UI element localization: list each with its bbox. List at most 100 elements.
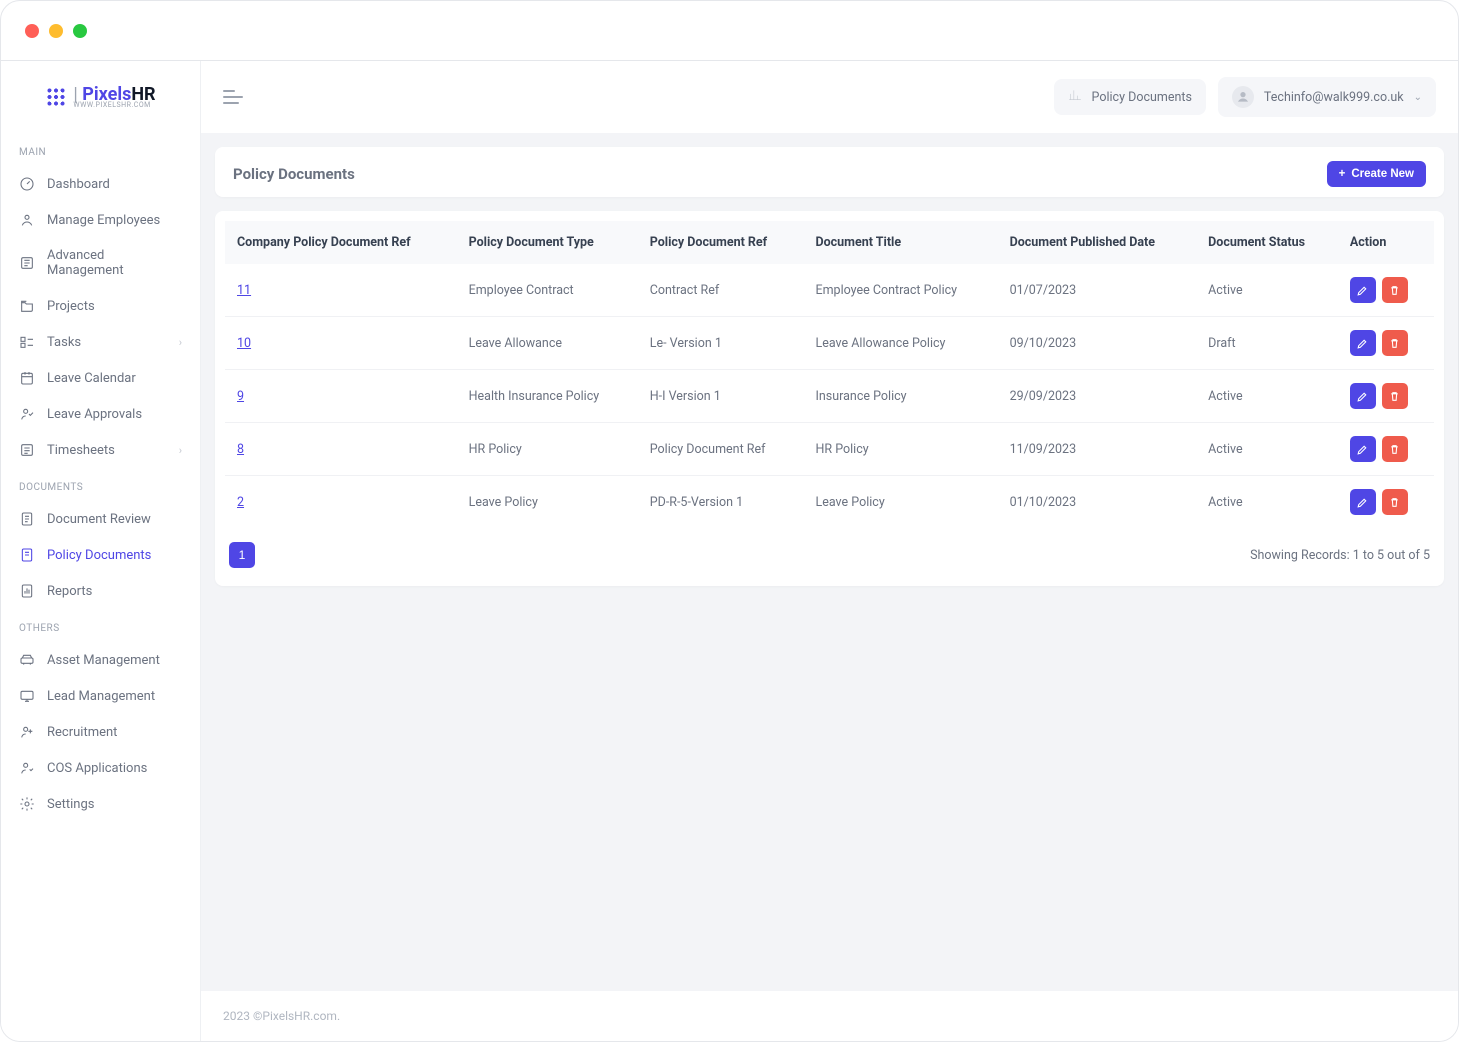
recruitment-icon <box>19 724 35 740</box>
row-ref-link[interactable]: 9 <box>237 389 244 404</box>
chart-icon <box>1068 88 1082 106</box>
browser-titlebar <box>1 1 1458 61</box>
delete-button[interactable] <box>1382 330 1408 356</box>
sidebar-item-cos-applications[interactable]: COS Applications <box>1 750 200 786</box>
sidebar-item-label: Reports <box>47 584 92 599</box>
row-ref-link[interactable]: 2 <box>237 495 244 510</box>
sidebar: | PixelsHR WWW.PIXELSHR.COM MAIN Dashboar… <box>1 61 201 1041</box>
cell-status: Active <box>1196 476 1338 529</box>
pagination-page-1[interactable]: 1 <box>229 542 255 568</box>
window-close-dot[interactable] <box>25 24 39 38</box>
asset-management-icon <box>19 652 35 668</box>
sidebar-item-asset-management[interactable]: Asset Management <box>1 642 200 678</box>
delete-button[interactable] <box>1382 436 1408 462</box>
tasks-icon <box>19 334 35 350</box>
th-published[interactable]: Document Published Date <box>998 221 1197 264</box>
user-menu[interactable]: Techinfo@walk999.co.uk ⌄ <box>1218 77 1436 117</box>
window-maximize-dot[interactable] <box>73 24 87 38</box>
sidebar-item-label: Manage Employees <box>47 213 160 228</box>
cell-type: Health Insurance Policy <box>457 370 638 423</box>
sidebar-item-leave-calendar[interactable]: Leave Calendar <box>1 360 200 396</box>
sidebar-item-label: Timesheets <box>47 443 115 458</box>
page-title: Policy Documents <box>233 165 355 183</box>
row-ref-link[interactable]: 8 <box>237 442 244 457</box>
delete-button[interactable] <box>1382 383 1408 409</box>
nav-section-title: DOCUMENTS <box>1 468 200 501</box>
sidebar-item-document-review[interactable]: Document Review <box>1 501 200 537</box>
sidebar-item-advanced-management[interactable]: Advanced Management <box>1 238 200 288</box>
cell-doc_ref: Le- Version 1 <box>638 317 804 370</box>
sidebar-item-projects[interactable]: Projects <box>1 288 200 324</box>
sidebar-item-label: Dashboard <box>47 177 110 192</box>
th-status[interactable]: Document Status <box>1196 221 1338 264</box>
dashboard-icon <box>19 176 35 192</box>
cell-status: Active <box>1196 264 1338 317</box>
user-email: Techinfo@walk999.co.uk <box>1264 90 1404 105</box>
breadcrumb-pill[interactable]: Policy Documents <box>1054 79 1206 115</box>
th-title[interactable]: Document Title <box>803 221 997 264</box>
advanced-management-icon <box>19 255 35 271</box>
chevron-down-icon: ⌄ <box>1414 92 1422 103</box>
cell-published: 01/10/2023 <box>998 476 1197 529</box>
th-ref[interactable]: Company Policy Document Ref <box>225 221 457 264</box>
sidebar-item-manage-employees[interactable]: Manage Employees <box>1 202 200 238</box>
settings-icon <box>19 796 35 812</box>
sidebar-item-label: Projects <box>47 299 95 314</box>
sidebar-item-recruitment[interactable]: Recruitment <box>1 714 200 750</box>
sidebar-item-reports[interactable]: Reports <box>1 573 200 609</box>
edit-button[interactable] <box>1350 383 1376 409</box>
sidebar-item-tasks[interactable]: Tasks› <box>1 324 200 360</box>
cell-title: Leave Allowance Policy <box>803 317 997 370</box>
cell-doc_ref: H-I Version 1 <box>638 370 804 423</box>
projects-icon <box>19 298 35 314</box>
edit-button[interactable] <box>1350 436 1376 462</box>
sidebar-item-label: Leave Calendar <box>47 371 136 386</box>
sidebar-item-label: Document Review <box>47 512 151 527</box>
cell-title: Leave Policy <box>803 476 997 529</box>
plus-icon: + <box>1339 168 1346 180</box>
th-type[interactable]: Policy Document Type <box>457 221 638 264</box>
nav-section-title: MAIN <box>1 133 200 166</box>
timesheets-icon <box>19 442 35 458</box>
window-minimize-dot[interactable] <box>49 24 63 38</box>
sidebar-item-policy-documents[interactable]: Policy Documents <box>1 537 200 573</box>
chevron-right-icon: › <box>179 444 182 457</box>
footer-copyright: 2023 ©PixelsHR.com. <box>201 991 1458 1041</box>
leave-calendar-icon <box>19 370 35 386</box>
create-new-label: Create New <box>1351 168 1414 180</box>
cos-applications-icon <box>19 760 35 776</box>
delete-button[interactable] <box>1382 277 1408 303</box>
cell-published: 29/09/2023 <box>998 370 1197 423</box>
lead-management-icon <box>19 688 35 704</box>
row-ref-link[interactable]: 10 <box>237 336 251 351</box>
table-row: 11Employee ContractContract RefEmployee … <box>225 264 1434 317</box>
sidebar-item-lead-management[interactable]: Lead Management <box>1 678 200 714</box>
sidebar-item-dashboard[interactable]: Dashboard <box>1 166 200 202</box>
cell-type: Leave Policy <box>457 476 638 529</box>
menu-toggle-icon[interactable] <box>223 90 243 104</box>
sidebar-item-label: Settings <box>47 797 94 812</box>
cell-title: Insurance Policy <box>803 370 997 423</box>
edit-button[interactable] <box>1350 489 1376 515</box>
th-doc-ref[interactable]: Policy Document Ref <box>638 221 804 264</box>
create-new-button[interactable]: + Create New <box>1327 161 1426 187</box>
table-row: 8HR PolicyPolicy Document RefHR Policy11… <box>225 423 1434 476</box>
sidebar-item-label: Asset Management <box>47 653 160 668</box>
table-row: 10Leave AllowanceLe- Version 1Leave Allo… <box>225 317 1434 370</box>
sidebar-item-timesheets[interactable]: Timesheets › <box>1 432 200 468</box>
th-action[interactable]: Action <box>1338 221 1434 264</box>
logo[interactable]: | PixelsHR WWW.PIXELSHR.COM <box>1 61 200 133</box>
delete-button[interactable] <box>1382 489 1408 515</box>
row-ref-link[interactable]: 11 <box>237 283 251 298</box>
edit-button[interactable] <box>1350 330 1376 356</box>
cell-doc_ref: PD-R-5-Version 1 <box>638 476 804 529</box>
sidebar-item-label: Lead Management <box>47 689 155 704</box>
edit-button[interactable] <box>1350 277 1376 303</box>
sidebar-item-settings[interactable]: Settings <box>1 786 200 822</box>
page-header-card: Policy Documents + Create New <box>215 147 1444 197</box>
cell-status: Draft <box>1196 317 1338 370</box>
topbar: Policy Documents Techinfo@walk999.co.uk … <box>201 61 1458 133</box>
sidebar-item-leave-approvals[interactable]: Leave Approvals <box>1 396 200 432</box>
policy-documents-table: Company Policy Document Ref Policy Docum… <box>225 221 1434 528</box>
cell-doc_ref: Contract Ref <box>638 264 804 317</box>
